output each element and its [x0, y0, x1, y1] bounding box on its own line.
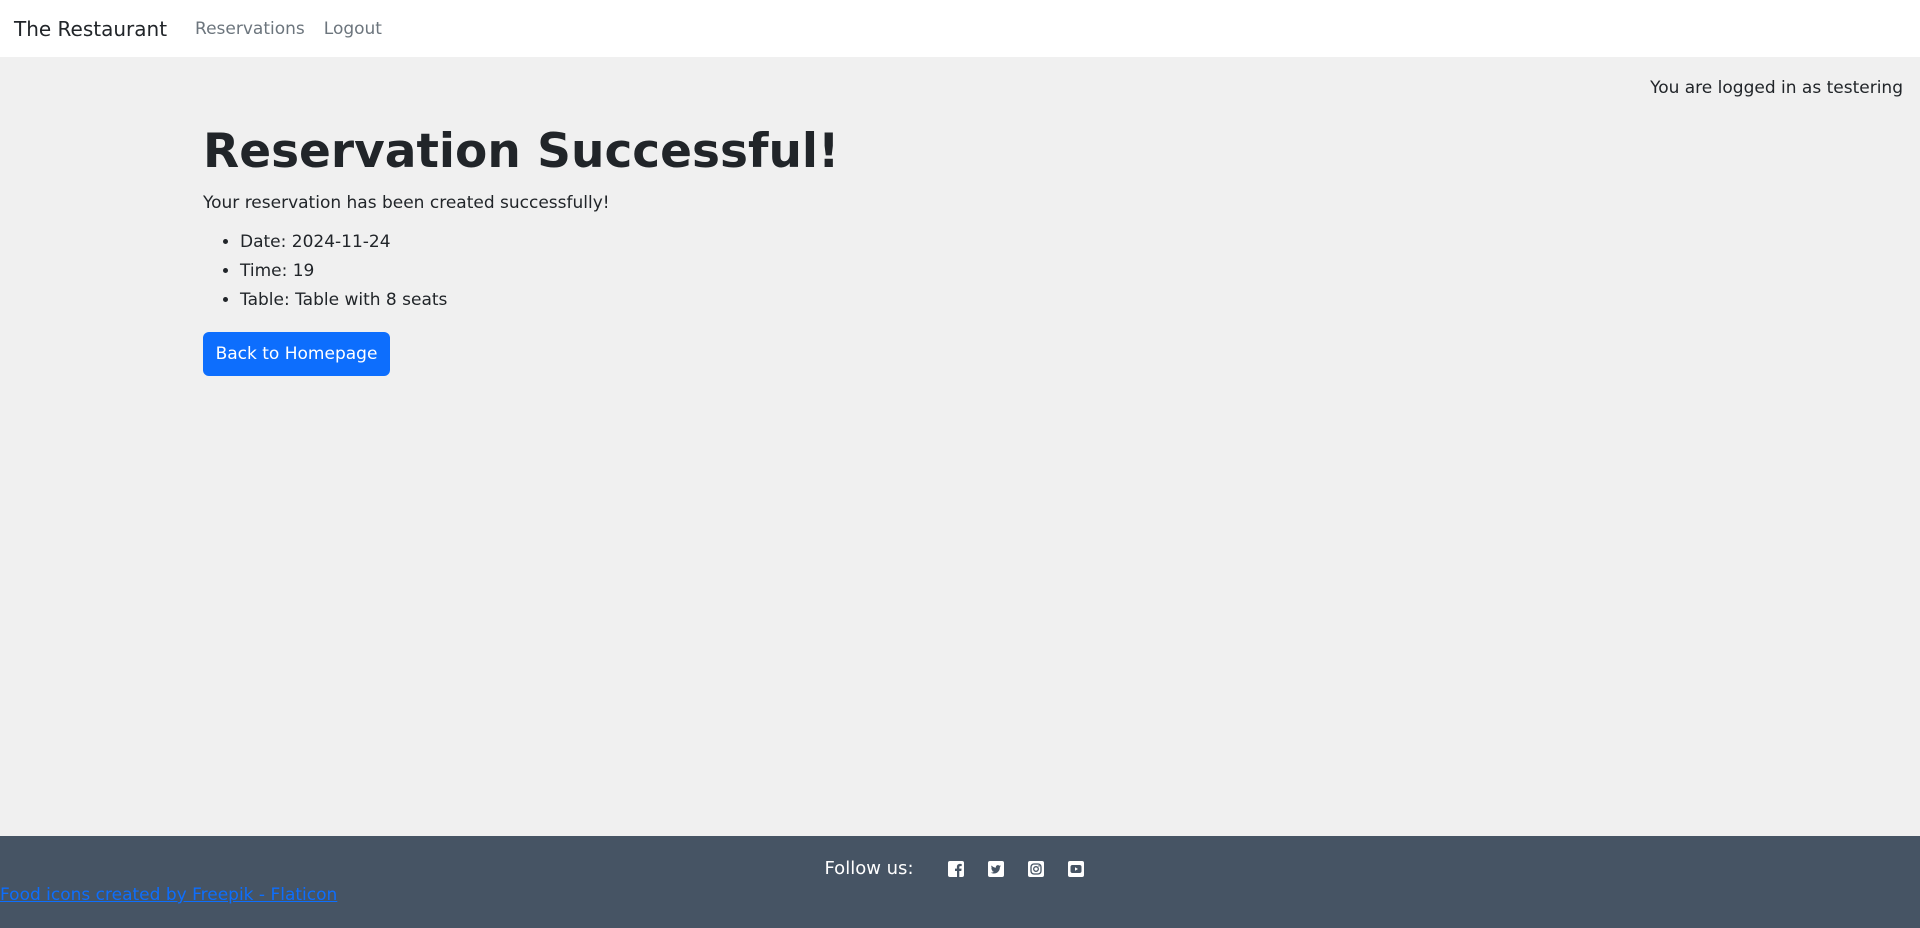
- detail-date: Date: 2024-11-24: [240, 228, 839, 257]
- follow-us: Follow us:: [0, 858, 1920, 879]
- reservation-details: Date: 2024-11-24 Time: 19 Table: Table w…: [203, 228, 839, 315]
- success-message: Your reservation has been created succes…: [203, 193, 610, 213]
- brand-link[interactable]: The Restaurant: [14, 17, 167, 41]
- detail-table: Table: Table with 8 seats: [240, 286, 839, 315]
- page-title: Reservation Successful!: [203, 124, 840, 179]
- footer: Follow us: Food icons created by Freepik…: [0, 836, 1920, 928]
- instagram-icon[interactable]: [1027, 860, 1045, 878]
- back-to-homepage-button[interactable]: Back to Homepage: [203, 332, 390, 376]
- follow-label: Follow us:: [824, 858, 914, 879]
- detail-time: Time: 19: [240, 257, 839, 286]
- login-status: You are logged in as testering: [1650, 78, 1903, 98]
- twitter-icon[interactable]: [987, 860, 1005, 878]
- nav-link-logout[interactable]: Logout: [324, 19, 382, 39]
- facebook-icon[interactable]: [947, 860, 965, 878]
- icon-credit-link[interactable]: Food icons created by Freepik - Flaticon: [0, 885, 337, 905]
- navbar: The Restaurant Reservations Logout: [0, 0, 1920, 57]
- main-content: Reservation Successful! Your reservation…: [203, 120, 839, 376]
- nav-link-reservations[interactable]: Reservations: [195, 19, 305, 39]
- youtube-icon[interactable]: [1067, 860, 1085, 878]
